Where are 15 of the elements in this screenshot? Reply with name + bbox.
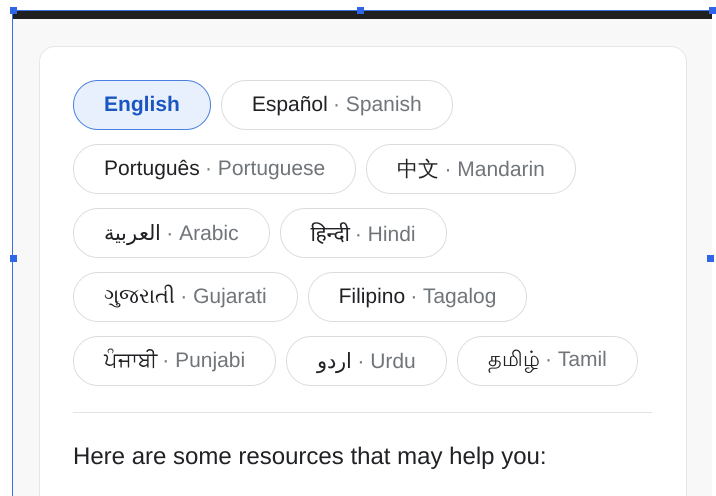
resize-handle[interactable]	[10, 255, 17, 262]
language-chip[interactable]: Português · Portuguese	[73, 144, 356, 194]
language-chip[interactable]: ਪੰਜਾਬੀ · Punjabi	[73, 336, 276, 386]
language-chip[interactable]: हिन्दी · Hindi	[280, 208, 447, 258]
resize-handle[interactable]	[709, 7, 716, 14]
language-chip[interactable]: Español · Spanish	[220, 80, 453, 130]
resize-handle[interactable]	[707, 255, 714, 262]
language-chip[interactable]: தமிழ் · Tamil	[456, 336, 638, 386]
language-chip[interactable]: English	[73, 80, 211, 130]
resources-heading: Here are some resources that may help you:	[73, 443, 548, 471]
resize-handle[interactable]	[10, 7, 17, 14]
resize-handle[interactable]	[357, 7, 364, 14]
language-chip[interactable]: ગુજરાતી · Gujarati	[73, 272, 298, 322]
language-chip[interactable]: 中文 · Mandarin	[366, 144, 576, 194]
language-chip[interactable]: Filipino · Tagalog	[308, 272, 528, 322]
